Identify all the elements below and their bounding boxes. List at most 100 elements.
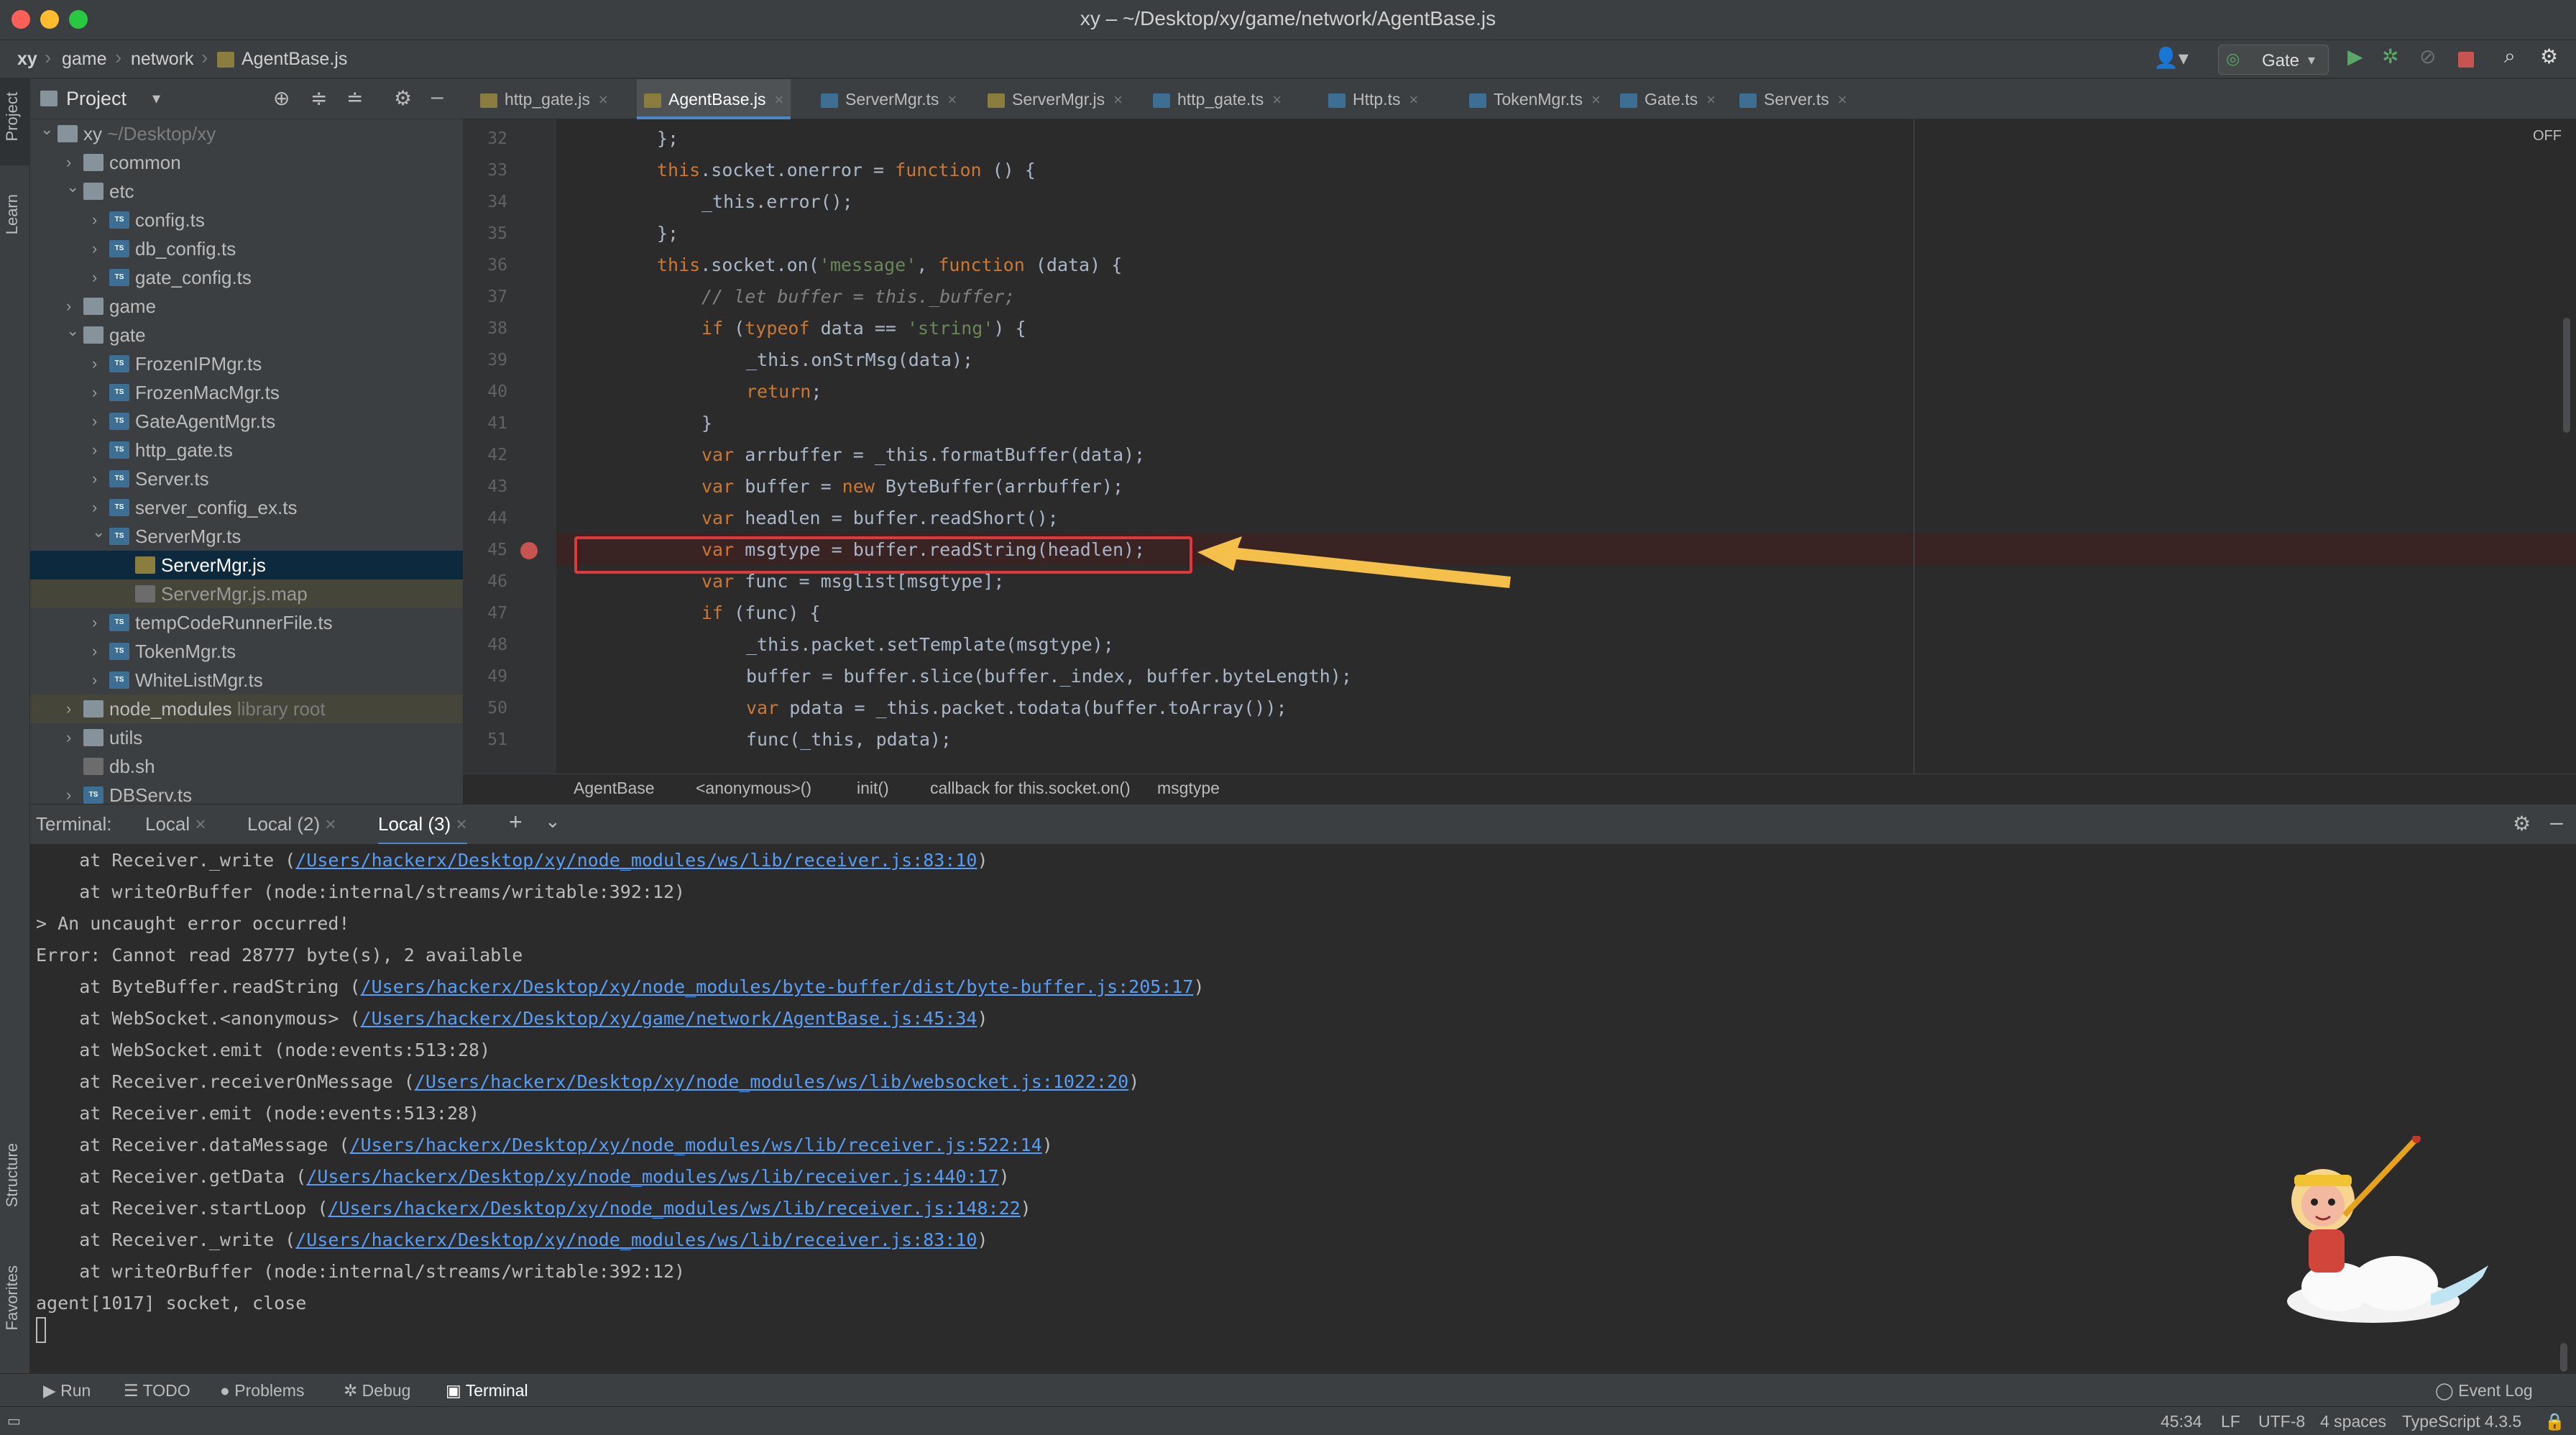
- chevron-right-icon[interactable]: ›: [92, 637, 97, 666]
- breadcrumb-game[interactable]: game: [62, 49, 107, 70]
- tree-item[interactable]: › TS gate_config.ts: [30, 263, 463, 292]
- tree-item[interactable]: › TS FrozenMacMgr.ts: [30, 378, 463, 407]
- close-icon[interactable]: ×: [190, 813, 206, 835]
- file-encoding[interactable]: UTF-8: [2258, 1412, 2305, 1431]
- tree-item[interactable]: › node_modules library root: [30, 694, 463, 723]
- terminal-scrollbar[interactable]: [2560, 1343, 2567, 1372]
- chevron-down-icon[interactable]: ⌄: [545, 810, 561, 833]
- code-breadcrumb-item[interactable]: <anonymous>(): [696, 779, 811, 798]
- user-icon[interactable]: 👤▾: [2153, 46, 2189, 70]
- expand-all-icon[interactable]: ≑: [310, 86, 327, 110]
- editor-tab[interactable]: AgentBase.js ×: [637, 79, 791, 119]
- terminal-tool-button[interactable]: ▣ Terminal: [446, 1381, 528, 1400]
- chevron-right-icon[interactable]: ›: [92, 407, 97, 436]
- run-icon[interactable]: ▶: [2347, 45, 2363, 68]
- debug-icon[interactable]: ✲: [2382, 45, 2398, 68]
- tree-item[interactable]: › game: [30, 292, 463, 321]
- close-icon[interactable]: ×: [320, 813, 336, 835]
- tree-item[interactable]: ⌄ xy ~/Desktop/xy: [30, 119, 463, 148]
- problems-tool-button[interactable]: ● Problems: [220, 1381, 304, 1400]
- breadcrumb-file[interactable]: AgentBase.js: [242, 49, 347, 70]
- chevron-right-icon[interactable]: ›: [92, 263, 97, 292]
- chevron-right-icon[interactable]: ›: [92, 206, 97, 234]
- terminal-tab[interactable]: Local ×: [145, 813, 206, 835]
- close-icon[interactable]: ×: [947, 91, 957, 109]
- chevron-right-icon[interactable]: ›: [66, 694, 71, 723]
- close-icon[interactable]: ×: [1706, 91, 1716, 109]
- terminal-link[interactable]: /Users/hackerx/Desktop/xy/node_modules/w…: [306, 1166, 998, 1187]
- project-tool-tab[interactable]: Project: [0, 79, 30, 165]
- close-icon[interactable]: ×: [1113, 91, 1123, 109]
- indent-setting[interactable]: 4 spaces: [2320, 1412, 2386, 1431]
- gear-icon[interactable]: ⚙: [2540, 45, 2558, 68]
- chevron-right-icon[interactable]: ›: [92, 378, 97, 407]
- tree-item[interactable]: › TS config.ts: [30, 206, 463, 234]
- close-icon[interactable]: ×: [451, 813, 466, 835]
- code-editor[interactable]: 32 33 34 35 36 37 38 39 40 41 42 43 44 45 46 47 48 49 50 51…: [463, 119, 2576, 774]
- run-tool-button[interactable]: ▶ Run: [43, 1381, 91, 1400]
- chevron-down-icon[interactable]: ⌄: [92, 518, 105, 546]
- editor-tab[interactable]: TokenMgr.ts ×: [1462, 79, 1608, 119]
- tree-item[interactable]: ServerMgr.js.map: [30, 579, 463, 608]
- tree-item[interactable]: › TS FrozenIPMgr.ts: [30, 349, 463, 378]
- chevron-right-icon[interactable]: ›: [92, 666, 97, 694]
- chevron-down-icon[interactable]: ⌄: [66, 173, 79, 201]
- terminal-link[interactable]: /Users/hackerx/Desktop/xy/game/network/A…: [361, 1008, 978, 1029]
- editor-tab[interactable]: http_gate.ts ×: [1146, 79, 1289, 119]
- learn-tool-tab[interactable]: Learn: [3, 194, 22, 234]
- chevron-down-icon[interactable]: ⌄: [66, 316, 79, 345]
- chevron-right-icon[interactable]: ›: [92, 349, 97, 378]
- terminal-output[interactable]: at Receiver._write (/Users/hackerx/Deskt…: [30, 844, 2576, 1373]
- code-breadcrumb-item[interactable]: msgtype: [1157, 779, 1220, 798]
- tree-item[interactable]: › TS TokenMgr.ts: [30, 637, 463, 666]
- caret-position[interactable]: 45:34: [2161, 1412, 2202, 1431]
- tree-item[interactable]: ⌄ TS ServerMgr.ts: [30, 522, 463, 551]
- tree-item[interactable]: ServerMgr.js: [30, 551, 463, 579]
- terminal-link[interactable]: /Users/hackerx/Desktop/xy/node_modules/w…: [350, 1134, 1042, 1155]
- terminal-tab[interactable]: Local (3) ×: [378, 813, 467, 845]
- coverage-icon[interactable]: ⊘: [2419, 45, 2436, 68]
- editor-tab[interactable]: http_gate.js ×: [473, 79, 615, 119]
- panel-toggle-icon[interactable]: ▭: [7, 1412, 21, 1430]
- close-icon[interactable]: ×: [1838, 91, 1847, 109]
- gear-icon[interactable]: ⚙: [2513, 812, 2531, 835]
- terminal-link[interactable]: /Users/hackerx/Desktop/xy/node_modules/w…: [295, 850, 977, 871]
- editor-tab[interactable]: Server.ts ×: [1732, 79, 1854, 119]
- tree-item[interactable]: db.sh: [30, 752, 463, 781]
- locate-icon[interactable]: ⊕: [273, 86, 290, 110]
- editor-tab[interactable]: ServerMgr.js ×: [980, 79, 1130, 119]
- chevron-right-icon[interactable]: ›: [92, 234, 97, 263]
- hide-panel-icon[interactable]: –: [2550, 809, 2563, 835]
- tree-item[interactable]: › common: [30, 148, 463, 177]
- terminal-link[interactable]: /Users/hackerx/Desktop/xy/node_modules/b…: [361, 976, 1194, 997]
- stop-icon[interactable]: [2458, 52, 2474, 68]
- close-icon[interactable]: ×: [775, 91, 784, 109]
- favorites-tool-tab[interactable]: Favorites: [3, 1265, 22, 1330]
- terminal-link[interactable]: /Users/hackerx/Desktop/xy/node_modules/w…: [295, 1229, 977, 1250]
- breadcrumb-network[interactable]: network: [131, 49, 194, 70]
- gear-icon[interactable]: ⚙: [394, 86, 412, 110]
- code-breadcrumb-item[interactable]: init(): [857, 779, 889, 798]
- chevron-down-icon[interactable]: ⌄: [40, 115, 53, 144]
- code-breadcrumb-item[interactable]: callback for this.socket.on(): [930, 779, 1131, 798]
- breadcrumb-root[interactable]: xy: [17, 49, 37, 70]
- close-icon[interactable]: ×: [599, 91, 608, 109]
- tree-item[interactable]: › TS GateAgentMgr.ts: [30, 407, 463, 436]
- terminal-link[interactable]: /Users/hackerx/Desktop/xy/node_modules/w…: [328, 1198, 1020, 1219]
- close-icon[interactable]: ×: [1409, 91, 1418, 109]
- tree-item[interactable]: › TS tempCodeRunnerFile.ts: [30, 608, 463, 637]
- chevron-right-icon[interactable]: ›: [92, 608, 97, 637]
- off-label[interactable]: OFF: [2533, 128, 2562, 145]
- search-icon[interactable]: ⌕: [2504, 45, 2516, 68]
- tree-item[interactable]: › TS db_config.ts: [30, 234, 463, 263]
- terminal-link[interactable]: /Users/hackerx/Desktop/xy/node_modules/w…: [415, 1071, 1128, 1092]
- lock-icon[interactable]: 🔒: [2544, 1412, 2565, 1431]
- editor-tab[interactable]: Http.ts ×: [1321, 79, 1425, 119]
- language-service[interactable]: TypeScript 4.3.5: [2402, 1412, 2521, 1431]
- todo-tool-button[interactable]: ☰ TODO: [124, 1381, 190, 1400]
- tree-item[interactable]: ⌄ gate: [30, 321, 463, 349]
- tree-item[interactable]: › utils: [30, 723, 463, 752]
- collapse-all-icon[interactable]: ≐: [346, 86, 363, 110]
- project-panel-title[interactable]: Project: [66, 88, 126, 110]
- editor-scrollbar[interactable]: [2563, 318, 2570, 433]
